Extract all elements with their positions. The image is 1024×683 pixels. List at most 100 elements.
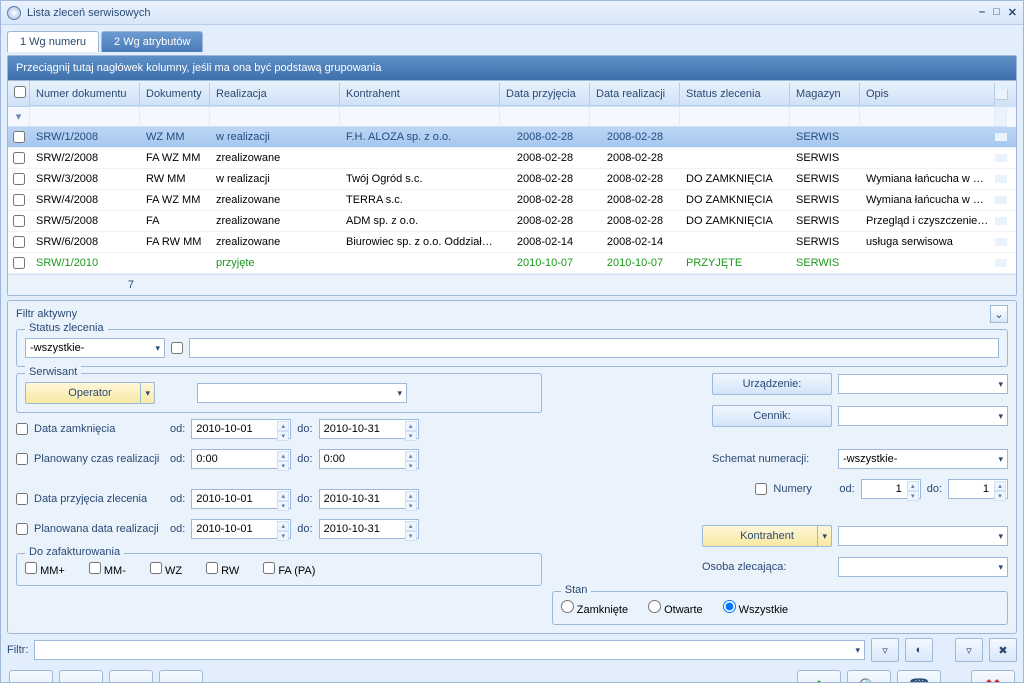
filter-settings-icon[interactable]: ◐ [905,638,933,662]
maximize-button[interactable]: □ [993,6,1000,19]
delete-button[interactable]: 🗑 [897,670,941,682]
col-dokumenty[interactable]: Dokumenty [140,83,210,106]
plan-data-check[interactable] [16,523,28,535]
filter-cell[interactable] [30,107,140,127]
table-row[interactable]: SRW/1/2008WZ MMw realizacjiF.H. ALOZA sp… [8,127,1016,148]
edit-button[interactable]: 🔍 [847,670,891,682]
cennik-button[interactable]: Cennik: [712,405,832,427]
mm-minus-check[interactable]: MM- [89,562,126,577]
group-by-band[interactable]: Przeciągnij tutaj nagłówek kolumny, jeśl… [8,56,1016,81]
col-data-realizacji[interactable]: Data realizacji [590,83,680,106]
data-zamk-do[interactable]: 2010-10-31▴▾ [319,419,419,439]
row-checkbox[interactable] [13,152,25,164]
close-button[interactable]: ✕ [1008,6,1017,19]
filter-cell[interactable] [590,107,680,127]
radio-otwarte[interactable]: Otwarte [648,600,703,616]
operator-button[interactable]: Operator▾ [25,382,155,404]
urzadzenie-button[interactable]: Urządzenie: [712,373,832,395]
cell-magazyn: SERWIS [790,232,860,252]
col-data-przyjecia[interactable]: Data przyjęcia [500,83,590,106]
cell-numer: SRW/3/2008 [30,169,140,189]
data-przy-od[interactable]: 2010-10-01▴▾ [191,489,291,509]
filter-cell[interactable] [140,107,210,127]
urzadzenie-combo[interactable]: ▾ [838,374,1008,394]
row-checkbox[interactable] [13,131,25,143]
osoba-combo[interactable]: ▾ [838,557,1008,577]
fs-button[interactable]: FS▾ [9,670,53,682]
filter-cell[interactable] [790,107,860,127]
status-zlecenia-fieldset: Status zlecenia -wszystkie-▾ [16,329,1008,367]
data-zamkniecia-check[interactable] [16,423,28,435]
table-row[interactable]: SRW/4/2008FA WZ MMzrealizowaneTERRA s.c.… [8,190,1016,211]
kontrahent-button[interactable]: Kontrahent▾ [702,525,832,547]
funnel-icon[interactable]: ▿ [871,638,899,662]
wz-button[interactable]: WZ▾ [159,670,203,682]
filter-cell[interactable] [860,107,995,127]
status-extra-checkbox[interactable] [171,342,183,354]
kontrahent-combo[interactable]: ▾ [838,526,1008,546]
tab-wg-atrybutow[interactable]: 2 Wg atrybutów [101,31,203,52]
table-row[interactable]: SRW/5/2008FAzrealizowaneADM sp. z o.o.20… [8,211,1016,232]
cennik-combo[interactable]: ▾ [838,406,1008,426]
data-przyjecia-check[interactable] [16,493,28,505]
col-kontrahent[interactable]: Kontrahent [340,83,500,106]
close-window-button[interactable]: ✖ [971,670,1015,682]
numery-check[interactable] [755,483,767,495]
filter-text-combo[interactable]: ▾ [34,640,865,660]
filter-cell[interactable] [680,107,790,127]
table-row[interactable]: SRW/2/2008FA WZ MMzrealizowane2008-02-28… [8,148,1016,169]
plan-czas-do[interactable]: 0:00▴▾ [319,449,419,469]
radio-wszystkie[interactable]: Wszystkie [723,600,789,616]
row-checkbox[interactable] [13,194,25,206]
pa-button[interactable]: PA▾ [59,670,103,682]
filter-cell[interactable] [210,107,340,127]
data-zamk-od[interactable]: 2010-10-01▴▾ [191,419,291,439]
scrollbar-top[interactable] [995,107,1007,127]
filter-clear-icon[interactable]: ✖ [989,638,1017,662]
wz-check[interactable]: WZ [150,562,182,577]
cell-data-przyjecia: 2008-02-28 [500,190,590,210]
status-text-input[interactable] [189,338,999,358]
collapse-filter-button[interactable]: ⌄ [990,305,1008,323]
header-checkbox-col[interactable] [8,81,30,107]
col-magazyn[interactable]: Magazyn [790,83,860,106]
table-row[interactable]: SRW/3/2008RW MMw realizacjiTwój Ogród s.… [8,169,1016,190]
numery-do[interactable]: 1▴▾ [948,479,1008,499]
table-row[interactable]: SRW/6/2008FA RW MMzrealizowaneBiurowiec … [8,232,1016,253]
do-zafakturowania-fieldset: Do zafakturowania MM+ MM- WZ RW FA (PA) [16,553,542,586]
col-realizacja[interactable]: Realizacja [210,83,340,106]
row-checkbox[interactable] [13,173,25,185]
row-checkbox[interactable] [13,215,25,227]
add-button[interactable]: + [797,670,841,682]
plan-czas-check[interactable] [16,453,28,465]
titlebar: Lista zleceń serwisowych – □ ✕ [1,1,1023,25]
filter-cell[interactable] [340,107,500,127]
col-opis[interactable]: Opis [860,83,995,106]
operator-combo[interactable]: ▾ [197,383,407,403]
row-checkbox[interactable] [13,236,25,248]
col-numer-dokumentu[interactable]: Numer dokumentu [30,83,140,106]
filter-row-icon[interactable]: ▾ [8,107,30,127]
cell-kontrahent: Biurowiec sp. z o.o. Oddział w ... [340,232,500,252]
status-combo[interactable]: -wszystkie-▾ [25,338,165,358]
filter-apply-icon[interactable]: ▿ [955,638,983,662]
filter-cell[interactable] [500,107,590,127]
col-status-zlecenia[interactable]: Status zlecenia [680,83,790,106]
numery-od[interactable]: 1▴▾ [861,479,921,499]
plan-data-od[interactable]: 2010-10-01▴▾ [191,519,291,539]
table-row[interactable]: SRW/1/2010przyjęte2010-10-072010-10-07PR… [8,253,1016,274]
tab-wg-numeru[interactable]: 1 Wg numeru [7,31,99,52]
row-checkbox[interactable] [13,257,25,269]
mm-plus-check[interactable]: MM+ [25,562,65,577]
fapa-check[interactable]: FA (PA) [263,562,315,577]
schemat-combo[interactable]: -wszystkie-▾ [838,449,1008,469]
plan-czas-od[interactable]: 0:00▴▾ [191,449,291,469]
minimize-button[interactable]: – [979,6,985,19]
plan-data-do[interactable]: 2010-10-31▴▾ [319,519,419,539]
cell-magazyn: SERWIS [790,253,860,273]
radio-zamkniete[interactable]: Zamknięte [561,600,628,616]
rw-check[interactable]: RW [206,562,239,577]
data-przy-do[interactable]: 2010-10-31▴▾ [319,489,419,509]
rw-button[interactable]: RW▾ [109,670,153,682]
cell-kontrahent: TERRA s.c. [340,190,500,210]
